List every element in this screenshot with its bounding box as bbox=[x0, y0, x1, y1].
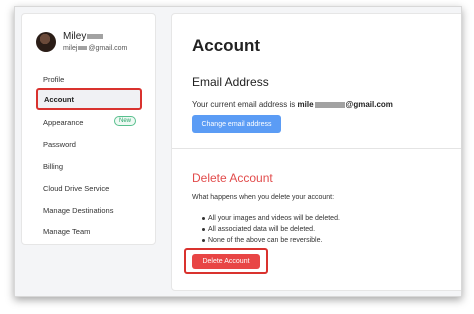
new-badge: New bbox=[114, 116, 137, 126]
current-email-text: Your current email address is mile @gmail… bbox=[192, 100, 393, 109]
list-item: None of the above can be reversible. bbox=[202, 235, 340, 246]
sidebar-item-password[interactable]: Password bbox=[43, 140, 76, 149]
sidebar-item-billing[interactable]: Billing bbox=[43, 162, 63, 171]
delete-consequences-list: All your images and videos will be delet… bbox=[202, 213, 340, 246]
redacted-name-blur bbox=[87, 33, 104, 39]
sidebar: Miley milej @gmail.com Profile Account Ap… bbox=[21, 13, 156, 245]
delete-section-title: Delete Account bbox=[192, 171, 273, 185]
change-email-button[interactable]: Change email address bbox=[192, 115, 281, 133]
sidebar-item-account[interactable]: Account bbox=[36, 88, 142, 110]
app-window: Miley milej @gmail.com Profile Account Ap… bbox=[14, 6, 462, 297]
current-email-label: Your current email address is bbox=[192, 100, 298, 109]
redacted-current-email-blur bbox=[314, 101, 345, 108]
current-email-prefix: mile bbox=[297, 100, 314, 109]
sidebar-item-manage-destinations[interactable]: Manage Destinations bbox=[43, 206, 113, 215]
user-name: Miley bbox=[63, 31, 104, 42]
page-title: Account bbox=[192, 36, 260, 55]
section-divider bbox=[172, 148, 461, 149]
user-email: milej @gmail.com bbox=[63, 45, 127, 52]
avatar bbox=[36, 32, 56, 52]
sidebar-item-profile[interactable]: Profile bbox=[43, 75, 64, 84]
sidebar-item-appearance[interactable]: Appearance bbox=[43, 118, 83, 127]
user-name-text: Miley bbox=[63, 31, 87, 42]
user-email-prefix: milej bbox=[63, 45, 78, 52]
redacted-email-blur bbox=[78, 46, 88, 51]
sidebar-item-account-label: Account bbox=[44, 95, 74, 104]
user-email-domain: @gmail.com bbox=[88, 45, 128, 52]
main-panel: Account Email Address Your current email… bbox=[171, 13, 461, 291]
delete-account-button[interactable]: Delete Account bbox=[192, 254, 260, 269]
list-item: All associated data will be deleted. bbox=[202, 224, 340, 235]
current-email-suffix: @gmail.com bbox=[345, 100, 393, 109]
sidebar-item-manage-team[interactable]: Manage Team bbox=[43, 227, 90, 236]
delete-description: What happens when you delete your accoun… bbox=[192, 194, 335, 201]
sidebar-item-cloud-drive-service[interactable]: Cloud Drive Service bbox=[43, 184, 109, 193]
email-section-title: Email Address bbox=[192, 75, 269, 89]
list-item: All your images and videos will be delet… bbox=[202, 213, 340, 224]
delete-button-highlight: Delete Account bbox=[184, 248, 268, 274]
